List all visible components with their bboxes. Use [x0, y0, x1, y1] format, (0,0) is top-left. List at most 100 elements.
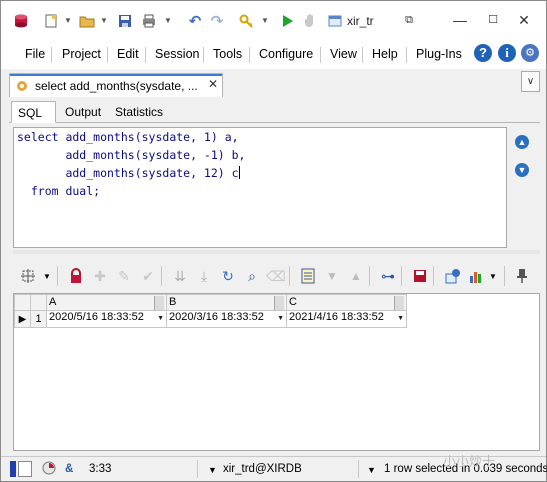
new-file-dropdown-icon[interactable]: ▼: [64, 16, 72, 25]
tab-sql[interactable]: SQL: [11, 101, 56, 123]
close-tab-icon[interactable]: ✕: [208, 77, 218, 91]
column-header-a[interactable]: A: [46, 294, 167, 311]
table-row[interactable]: ▶ 1 2020/5/16 18:33:52 ▼ 2020/3/16 18:33:…: [14, 310, 407, 328]
query-by-example-down-icon[interactable]: ▼: [323, 267, 341, 285]
key-icon[interactable]: [237, 11, 257, 31]
maximize-button[interactable]: ☐: [482, 9, 504, 31]
single-record-view-icon[interactable]: [299, 267, 317, 285]
post-changes-check-icon[interactable]: ✔: [139, 267, 157, 285]
result-grid[interactable]: A B C ▶ 1 2020/5/16 18:33:52 ▼ 2020/3/16 …: [13, 293, 540, 451]
export-save-icon[interactable]: [411, 267, 429, 285]
session-status-icon: [42, 461, 56, 478]
column-b-label: B: [169, 295, 177, 308]
toolbar-separator: [57, 266, 58, 286]
chart-dropdown-icon[interactable]: ▼: [484, 267, 502, 285]
splitter-handle[interactable]: [13, 250, 540, 254]
refresh-icon[interactable]: ↻: [219, 267, 237, 285]
execute-icon[interactable]: [277, 11, 297, 31]
connection-dropdown-icon[interactable]: ▼: [208, 465, 217, 475]
column-resize-handle[interactable]: [274, 295, 284, 310]
print-icon[interactable]: [139, 11, 159, 31]
minimize-button[interactable]: —: [449, 9, 471, 31]
tab-list-chevron-down-icon[interactable]: ∨: [521, 71, 540, 92]
lock-icon[interactable]: [67, 267, 85, 285]
menu-file[interactable]: File: [25, 47, 45, 61]
query-by-example-up-icon[interactable]: ▲: [347, 267, 365, 285]
menu-separator: [145, 47, 146, 63]
save-icon[interactable]: [115, 11, 135, 31]
menu-session[interactable]: Session: [155, 47, 199, 61]
menu-edit[interactable]: Edit: [117, 47, 139, 61]
cell-dropdown-icon[interactable]: ▼: [397, 311, 404, 327]
sql-line-2: add_months(sysdate, -1) b,: [17, 148, 246, 162]
menu-configure[interactable]: Configure: [259, 47, 313, 61]
toolbar-separator: [504, 266, 505, 286]
tab-output[interactable]: Output: [59, 101, 107, 123]
cell-c[interactable]: 2021/4/16 18:33:52 ▼: [286, 310, 407, 328]
cell-b[interactable]: 2020/3/16 18:33:52 ▼: [166, 310, 287, 328]
status-separator: [197, 460, 198, 478]
menu-help[interactable]: Help: [372, 47, 398, 61]
help-icon[interactable]: ?: [474, 44, 492, 62]
column-resize-handle[interactable]: [154, 295, 164, 310]
new-file-icon[interactable]: [41, 11, 61, 31]
menu-separator: [107, 47, 108, 63]
fetch-all-icon[interactable]: ⤓: [195, 267, 213, 285]
import-data-icon[interactable]: [443, 267, 461, 285]
link-tree-icon[interactable]: ⊶: [379, 267, 397, 285]
previous-arrow-up-icon[interactable]: ▲: [515, 135, 529, 149]
select-grid-dropdown-icon[interactable]: ▼: [38, 267, 56, 285]
find-binoculars-icon[interactable]: ⌕: [243, 267, 261, 285]
sql-editor[interactable]: select add_months(sysdate, 1) a, add_mon…: [13, 127, 507, 248]
status-separator: [358, 460, 359, 478]
cell-a-value: 2020/5/16 18:33:52: [49, 311, 144, 323]
info-icon[interactable]: i: [498, 44, 516, 62]
attach-pin-icon[interactable]: [513, 267, 531, 285]
toolbar-separator: [433, 266, 434, 286]
document-tab[interactable]: select add_months(sysdate, ... ✕: [9, 73, 223, 97]
watermark: 小小炒十: [443, 454, 496, 469]
toolbar-separator: [401, 266, 402, 286]
sql-line-4: from dual;: [17, 184, 101, 198]
delete-record-icon[interactable]: ✎: [115, 267, 133, 285]
menu-view[interactable]: View: [330, 47, 357, 61]
options-gear-icon[interactable]: ⚙: [521, 44, 539, 62]
menu-separator: [362, 47, 363, 63]
tab-statistics[interactable]: Statistics: [109, 101, 169, 123]
fetch-next-icon[interactable]: ⇊: [171, 267, 189, 285]
open-folder-dropdown-icon[interactable]: ▼: [100, 16, 108, 25]
close-window-button[interactable]: ✕: [513, 9, 535, 31]
connection-name[interactable]: xir_trd@XIRDB: [223, 463, 302, 475]
column-header-c[interactable]: C: [286, 294, 407, 311]
toolbar-separator: [161, 266, 162, 286]
next-arrow-down-icon[interactable]: ▼: [515, 163, 529, 177]
document-tab-label: select add_months(sysdate, ...: [35, 79, 198, 93]
sql-window-tabs: SQL Output Statistics: [9, 99, 540, 123]
menu-separator: [203, 47, 204, 63]
undo-icon[interactable]: ↶: [185, 11, 205, 31]
clear-eraser-icon[interactable]: ⌫: [266, 267, 286, 285]
cell-c-value: 2021/4/16 18:33:52: [289, 311, 384, 323]
cell-dropdown-icon[interactable]: ▼: [277, 311, 284, 327]
open-folder-icon[interactable]: [77, 11, 97, 31]
ampersand-icon: &: [65, 463, 74, 475]
menu-plugins[interactable]: Plug-Ins: [416, 47, 462, 61]
menu-project[interactable]: Project: [62, 47, 101, 61]
active-tab-accent: [10, 74, 222, 76]
menu-tools[interactable]: Tools: [213, 47, 242, 61]
column-resize-handle[interactable]: [394, 295, 404, 310]
message-dropdown-icon[interactable]: ▼: [367, 465, 376, 475]
column-header-b[interactable]: B: [166, 294, 287, 311]
print-dropdown-icon[interactable]: ▼: [164, 16, 172, 25]
chart-icon[interactable]: [467, 267, 485, 285]
break-icon[interactable]: [300, 11, 320, 31]
cell-dropdown-icon[interactable]: ▼: [157, 311, 164, 327]
key-dropdown-icon[interactable]: ▼: [261, 16, 269, 25]
select-grid-icon[interactable]: [19, 267, 37, 285]
result-grid-toolbar: ▼ ✚ ✎ ✔ ⇊ ⤓ ↻ ⌕ ⌫ ▼ ▲ ⊶ ▼: [13, 259, 540, 293]
cell-a[interactable]: 2020/5/16 18:33:52 ▼: [46, 310, 167, 328]
redo-icon[interactable]: ↷: [207, 11, 227, 31]
restore-tile-icon[interactable]: ⧉: [398, 9, 420, 31]
insert-record-icon[interactable]: ✚: [91, 267, 109, 285]
menu-separator: [406, 47, 407, 63]
